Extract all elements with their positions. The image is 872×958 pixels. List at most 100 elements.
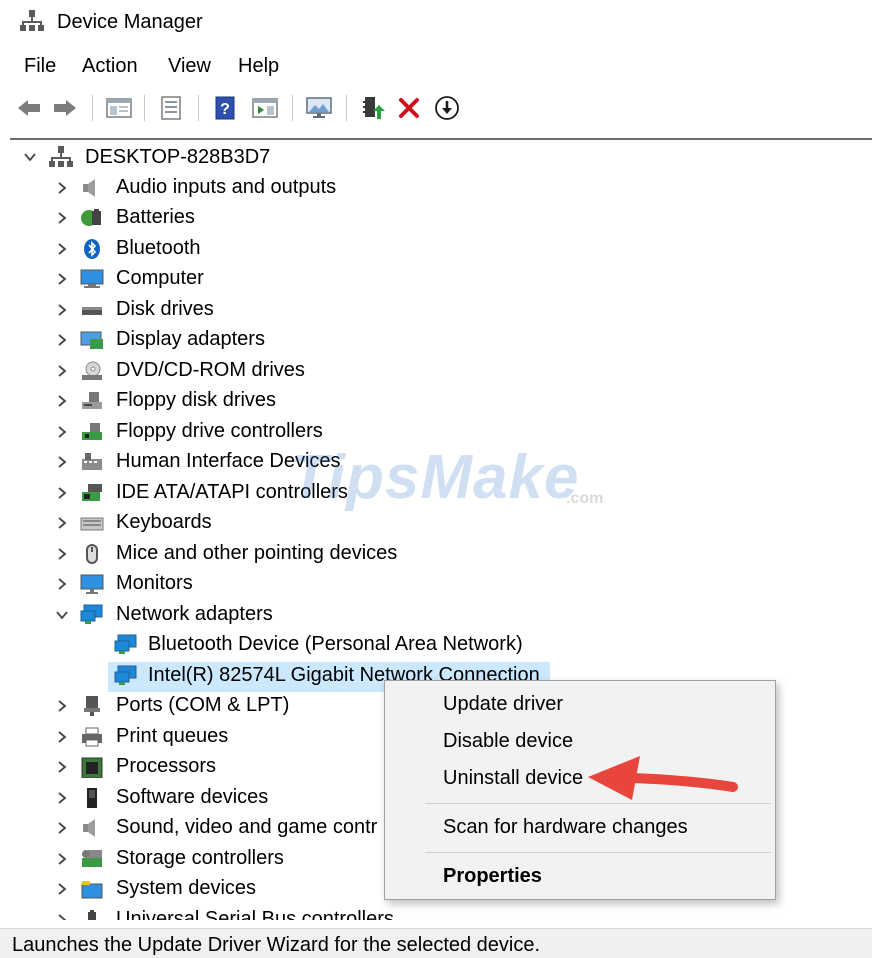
- context-update-driver[interactable]: Update driver: [443, 693, 563, 716]
- tree-category-label[interactable]: Computer: [116, 267, 204, 290]
- tree-root-label[interactable]: DESKTOP-828B3D7: [85, 146, 270, 169]
- chevron-right-icon[interactable]: [55, 181, 69, 195]
- floppy-disk-icon: [82, 392, 102, 409]
- properties-icon[interactable]: [156, 94, 186, 122]
- chevron-right-icon[interactable]: [55, 303, 69, 317]
- tree-category-label[interactable]: Floppy disk drives: [116, 389, 276, 412]
- device-manager-icon: [20, 10, 44, 31]
- watermark-text: TipsMake: [290, 443, 580, 512]
- toolbar-separator: [346, 95, 347, 121]
- software-device-icon: [87, 787, 97, 808]
- tree-category-label[interactable]: Display adapters: [116, 328, 265, 351]
- tree-category-label[interactable]: Software devices: [116, 786, 268, 809]
- storage-controller-icon: [82, 849, 102, 867]
- mouse-icon: [86, 543, 98, 564]
- tree-category-label[interactable]: System devices: [116, 877, 256, 900]
- battery-icon: [81, 209, 101, 226]
- network-adapter-icon: [114, 634, 137, 654]
- menu-file[interactable]: File: [24, 55, 56, 78]
- chevron-right-icon[interactable]: [55, 821, 69, 835]
- system-device-icon: [81, 881, 103, 899]
- chevron-right-icon[interactable]: [55, 242, 69, 256]
- tree-category-label[interactable]: Processors: [116, 755, 216, 778]
- chevron-right-icon[interactable]: [55, 486, 69, 500]
- update-driver-icon[interactable]: [358, 94, 388, 122]
- chevron-right-icon[interactable]: [55, 211, 69, 225]
- menu-view[interactable]: View: [168, 55, 211, 78]
- tree-device-label[interactable]: Bluetooth Device (Personal Area Network): [148, 633, 523, 656]
- tree-category-label[interactable]: Floppy drive controllers: [116, 420, 323, 443]
- context-scan-hardware[interactable]: Scan for hardware changes: [443, 816, 688, 839]
- tree-category-label[interactable]: Audio inputs and outputs: [116, 176, 336, 199]
- tree-category-label[interactable]: Ports (COM & LPT): [116, 694, 289, 717]
- tree-category-label[interactable]: Monitors: [116, 572, 193, 595]
- display-adapter-icon: [80, 331, 103, 349]
- root-computer-icon: [49, 146, 73, 167]
- chevron-right-icon[interactable]: [55, 394, 69, 408]
- chevron-right-icon[interactable]: [55, 364, 69, 378]
- monitor-icon: [80, 574, 104, 594]
- chevron-right-icon[interactable]: [55, 516, 69, 530]
- chevron-right-icon[interactable]: [55, 730, 69, 744]
- scan-hardware-icon[interactable]: [432, 94, 462, 122]
- network-adapter-icon: [114, 665, 137, 685]
- forward-icon[interactable]: [50, 94, 80, 122]
- sound-icon: [83, 819, 95, 837]
- tree-category-label[interactable]: Storage controllers: [116, 847, 284, 870]
- chevron-right-icon[interactable]: [55, 333, 69, 347]
- status-bar: Launches the Update Driver Wizard for th…: [0, 928, 872, 958]
- context-separator: [425, 803, 771, 804]
- toolbar: ?: [0, 88, 872, 128]
- chevron-down-icon[interactable]: [23, 150, 37, 164]
- uninstall-icon[interactable]: [394, 94, 424, 122]
- monitor-icon[interactable]: [304, 94, 334, 122]
- title-bar: Device Manager: [0, 0, 872, 46]
- chevron-right-icon[interactable]: [55, 425, 69, 439]
- tree-category-label[interactable]: Keyboards: [116, 511, 212, 534]
- chevron-right-icon[interactable]: [55, 455, 69, 469]
- tree-category-label[interactable]: Disk drives: [116, 298, 214, 321]
- chevron-right-icon[interactable]: [55, 913, 69, 921]
- hid-icon: [82, 453, 102, 470]
- help-icon[interactable]: ?: [210, 94, 240, 122]
- toolbar-separator: [92, 95, 93, 121]
- tree-category-label[interactable]: Mice and other pointing devices: [116, 542, 397, 565]
- chevron-right-icon[interactable]: [55, 577, 69, 591]
- chevron-right-icon[interactable]: [55, 547, 69, 561]
- tree-category-label[interactable]: Sound, video and game contr: [116, 816, 377, 839]
- status-text: Launches the Update Driver Wizard for th…: [12, 934, 541, 956]
- tree-category-label[interactable]: Batteries: [116, 206, 195, 229]
- floppy-controller-icon: [82, 422, 102, 440]
- chevron-right-icon[interactable]: [55, 699, 69, 713]
- tree-category-label[interactable]: Bluetooth: [116, 237, 201, 260]
- speaker-icon: [83, 178, 95, 197]
- toolbar-separator: [292, 95, 293, 121]
- chevron-right-icon[interactable]: [55, 882, 69, 896]
- menu-bar: File Action View Help: [0, 50, 872, 84]
- menu-help[interactable]: Help: [238, 55, 279, 78]
- keyboard-icon: [80, 517, 104, 531]
- processor-icon: [81, 757, 103, 778]
- svg-text:?: ?: [220, 101, 230, 118]
- toolbar-separator: [198, 95, 199, 121]
- action-pane-icon[interactable]: [250, 94, 280, 122]
- context-properties[interactable]: Properties: [443, 865, 542, 888]
- tree-category-label[interactable]: Print queues: [116, 725, 228, 748]
- chevron-right-icon[interactable]: [55, 791, 69, 805]
- context-disable-device[interactable]: Disable device: [443, 730, 573, 753]
- back-icon[interactable]: [14, 94, 44, 122]
- menu-action[interactable]: Action: [82, 55, 138, 78]
- show-hide-console-tree-icon[interactable]: [104, 94, 134, 122]
- tree-category-label[interactable]: Network adapters: [116, 603, 273, 626]
- chevron-right-icon[interactable]: [55, 852, 69, 866]
- tree-category-label[interactable]: Universal Serial Bus controllers: [116, 908, 394, 921]
- context-uninstall-device[interactable]: Uninstall device: [443, 767, 583, 790]
- chevron-right-icon[interactable]: [55, 760, 69, 774]
- chevron-right-icon[interactable]: [55, 272, 69, 286]
- usb-icon: [88, 909, 96, 920]
- network-adapter-icon: [80, 604, 103, 624]
- chevron-down-icon[interactable]: [55, 608, 69, 622]
- context-separator: [425, 852, 771, 853]
- tree-category-label[interactable]: DVD/CD-ROM drives: [116, 359, 305, 382]
- bluetooth-icon: [84, 238, 100, 259]
